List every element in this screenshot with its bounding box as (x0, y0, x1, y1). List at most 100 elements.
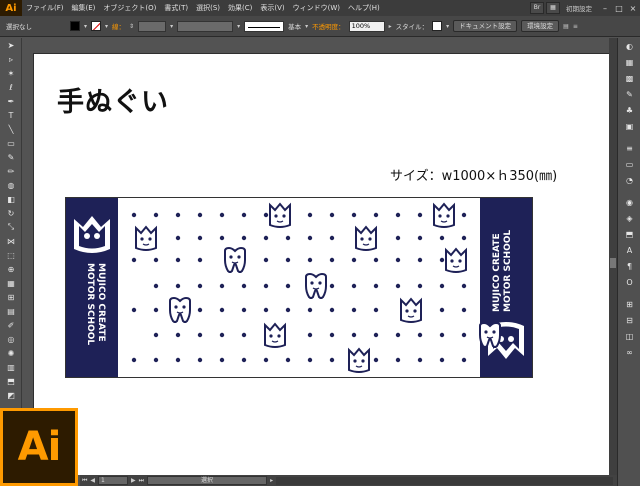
brushes-icon[interactable]: ✎ (618, 86, 640, 102)
fill-dropdown-icon[interactable]: ▾ (84, 23, 87, 30)
artboard[interactable]: 手ぬぐい サイズ：w1000×ｈ350(㎜) MUJICO CREATE MOT… (33, 53, 609, 475)
menu-item[interactable]: 表示(V) (256, 0, 288, 16)
profile-dropdown-icon[interactable]: ▾ (237, 23, 240, 30)
stroke-panel-icon[interactable]: ≡ (618, 140, 640, 156)
character-icon[interactable]: A (618, 242, 640, 258)
menu-item[interactable]: オブジェクト(O) (99, 0, 160, 16)
stroke-weight-stepper-icon[interactable]: ⇕ (129, 23, 134, 30)
document-setup-button[interactable]: ドキュメント設定 (453, 20, 518, 32)
minimize-icon[interactable]: – (598, 4, 612, 13)
eraser-icon[interactable]: ◧ (0, 192, 22, 206)
graphic-styles-icon[interactable]: ▣ (618, 118, 640, 134)
paragraph-icon[interactable]: ¶ (618, 258, 640, 274)
variable-width-profile[interactable] (177, 20, 234, 32)
transform-icon[interactable]: ⊞ (618, 296, 640, 312)
rotate-tool-icon[interactable]: ↻ (0, 206, 22, 220)
status-menu-icon[interactable]: ▸ (270, 477, 273, 484)
pattern-dot (439, 332, 445, 338)
artboard-tool-icon[interactable]: ⬒ (0, 374, 22, 388)
rectangle-tool-icon[interactable]: ▭ (0, 136, 22, 150)
lasso-icon[interactable]: ℓ (0, 80, 22, 94)
canvas-area[interactable]: 手ぬぐい サイズ：w1000×ｈ350(㎜) MUJICO CREATE MOT… (23, 38, 609, 475)
mesh-tool-icon[interactable]: ⊞ (0, 290, 22, 304)
shape-builder-icon[interactable]: ⊕ (0, 262, 22, 276)
style-dropdown-icon[interactable]: ▾ (446, 23, 449, 30)
preferences-button[interactable]: 環境設定 (521, 20, 560, 32)
artboards-icon[interactable]: ⬒ (618, 226, 640, 242)
layers-icon[interactable]: ◈ (618, 210, 640, 226)
menu-item[interactable]: 書式(T) (160, 0, 192, 16)
pattern-dot (351, 212, 357, 218)
opentype-icon[interactable]: O (618, 274, 640, 290)
stroke-dropdown-icon[interactable]: ▾ (105, 23, 108, 30)
paintbrush-icon[interactable]: ✎ (0, 150, 22, 164)
status-tool-label[interactable]: 選択 (147, 476, 268, 485)
selection-tool-icon[interactable]: ➤ (0, 38, 22, 52)
opacity-input[interactable]: 100% (348, 20, 385, 32)
line-tool-icon[interactable]: ╲ (0, 122, 22, 136)
color-panel-icon[interactable]: ◐ (618, 38, 640, 54)
pattern-dot (197, 257, 203, 263)
pencil-icon[interactable]: ✏ (0, 164, 22, 178)
graphic-style-swatch[interactable] (432, 21, 443, 31)
type-tool-icon[interactable]: T (0, 108, 22, 122)
stroke-weight-input[interactable] (138, 20, 167, 32)
gradient-tool-icon[interactable]: ▤ (0, 304, 22, 318)
horizontal-scrollbar[interactable] (276, 476, 613, 485)
maximize-icon[interactable]: □ (612, 4, 626, 13)
pattern-dot (131, 357, 137, 363)
close-icon[interactable]: × (626, 4, 640, 13)
appearance-icon[interactable]: ◉ (618, 194, 640, 210)
bridge-button[interactable]: Br (530, 2, 544, 14)
menu-item[interactable]: ファイル(F) (22, 0, 68, 16)
direct-selection-tool-icon[interactable]: ▹ (0, 52, 22, 66)
blob-brush-icon[interactable]: ◍ (0, 178, 22, 192)
align-icon[interactable]: ▤ (563, 23, 569, 30)
opacity-dropdown-icon[interactable]: ▸ (389, 23, 392, 30)
menu-item[interactable]: ウィンドウ(W) (289, 0, 344, 16)
align-panel-icon[interactable]: ⊟ (618, 312, 640, 328)
symbol-sprayer-icon[interactable]: ✺ (0, 346, 22, 360)
pen-tool-icon[interactable]: ✒ (0, 94, 22, 108)
pattern-dot (417, 212, 423, 218)
brush-dropdown-icon[interactable]: ▾ (305, 23, 308, 30)
swatches-icon[interactable]: ▩ (618, 70, 640, 86)
tenugui-design[interactable]: MUJICO CREATE MOTOR SCHOOL MUJICO CREATE… (65, 197, 533, 378)
eyedropper-icon[interactable]: ✐ (0, 318, 22, 332)
opacity-label[interactable]: 不透明度： (312, 21, 345, 31)
stroke-label[interactable]: 線： (112, 21, 125, 31)
workspace-switcher[interactable]: 初期設定 (566, 3, 592, 13)
gradient-panel-icon[interactable]: ▭ (618, 156, 640, 172)
blend-tool-icon[interactable]: ◎ (0, 332, 22, 346)
stroke-weight-dropdown-icon[interactable]: ▾ (170, 23, 173, 30)
artboard-number[interactable]: 1 (98, 476, 129, 485)
free-transform-icon[interactable]: ⬚ (0, 248, 22, 262)
stroke-swatch[interactable] (91, 21, 102, 31)
slice-tool-icon[interactable]: ◩ (0, 388, 22, 402)
menu-item[interactable]: 効果(C) (224, 0, 256, 16)
pathfinder-icon[interactable]: ◫ (618, 328, 640, 344)
arrange-documents-button[interactable]: ▦ (546, 2, 560, 14)
menu-item[interactable]: 編集(E) (68, 0, 100, 16)
width-tool-icon[interactable]: ⋈ (0, 234, 22, 248)
brush-definition[interactable] (244, 20, 285, 32)
magic-wand-icon[interactable]: ✶ (0, 66, 22, 80)
color-guide-icon[interactable]: ▦ (618, 54, 640, 70)
graph-tool-icon[interactable]: ▥ (0, 360, 22, 374)
vertical-scrollbar[interactable] (609, 38, 617, 475)
transparency-icon[interactable]: ◔ (618, 172, 640, 188)
first-artboard-icon[interactable]: ⏮ (82, 477, 87, 485)
pattern-dot (351, 332, 357, 338)
links-icon[interactable]: ∞ (618, 344, 640, 360)
last-artboard-icon[interactable]: ⏭ (139, 477, 144, 485)
fill-swatch[interactable] (70, 21, 80, 31)
menu-item[interactable]: 選択(S) (192, 0, 224, 16)
perspective-grid-icon[interactable]: ▦ (0, 276, 22, 290)
control-menu-icon[interactable]: ≡ (573, 23, 578, 30)
prev-artboard-icon[interactable]: ◀ (90, 477, 95, 484)
menu-item[interactable]: ヘルプ(H) (344, 0, 384, 16)
scale-tool-icon[interactable]: ⤡ (0, 220, 22, 234)
symbols-icon[interactable]: ♣ (618, 102, 640, 118)
next-artboard-icon[interactable]: ▶ (131, 477, 136, 484)
vertical-scroll-thumb[interactable] (610, 258, 616, 268)
